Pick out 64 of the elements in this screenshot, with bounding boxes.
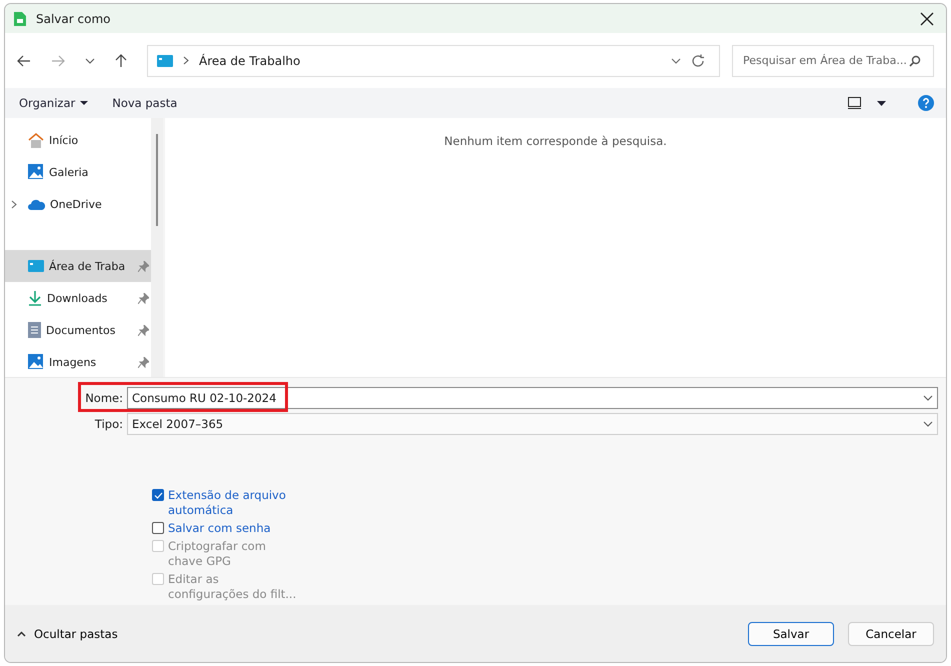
up-arrow-icon[interactable] <box>115 54 127 68</box>
picture-icon <box>28 354 44 370</box>
picture-icon <box>28 164 44 180</box>
search-icon <box>909 54 921 66</box>
sidebar-item[interactable]: Galeria <box>5 156 151 188</box>
sidebar-item[interactable]: OneDrive <box>5 188 151 220</box>
chevron-down-icon[interactable] <box>923 421 933 427</box>
caret-icon <box>80 101 88 105</box>
home-icon <box>28 132 44 148</box>
chevron-right-icon[interactable] <box>11 200 17 208</box>
desktop-icon <box>157 54 173 66</box>
cancel-button[interactable]: Cancelar <box>848 622 934 646</box>
field-value: Excel 2007–365 <box>132 417 224 431</box>
field-value: Consumo RU 02-10-2024 <box>132 391 278 405</box>
search-input[interactable]: Pesquisar em Área de Traba... <box>741 53 909 68</box>
chevron-down-icon[interactable] <box>671 58 681 64</box>
window-title: Salvar como <box>36 12 110 26</box>
close-icon[interactable] <box>920 12 934 26</box>
field-label: Tipo: <box>94 417 123 431</box>
sidebar-item[interactable]: Início <box>5 124 151 156</box>
checkbox-label[interactable]: Salvar com senha <box>168 521 271 536</box>
pin-icon <box>138 292 149 304</box>
sidebar-item[interactable]: Downloads <box>5 282 151 314</box>
search-field[interactable]: Pesquisar em Área de Traba... <box>732 44 934 76</box>
address-bar[interactable]: Área de Trabalho <box>147 44 720 76</box>
sidebar-label: Downloads <box>47 292 108 304</box>
file-type-dropdown[interactable]: Excel 2007–365 <box>127 413 938 435</box>
view-icon[interactable] <box>848 97 861 109</box>
desktop-icon <box>28 260 44 272</box>
address-text: Área de Trabalho <box>199 54 300 68</box>
organize-menu[interactable]: Organizar <box>15 94 92 112</box>
sidebar-label: Galeria <box>49 166 88 178</box>
file-name-field[interactable]: Consumo RU 02-10-2024 <box>127 387 938 409</box>
pin-icon <box>138 260 149 272</box>
sidebar-label: Início <box>49 134 78 146</box>
sidebar-label: Área de Traba <box>49 260 126 272</box>
pin-icon <box>138 324 149 336</box>
cloud-icon <box>28 198 45 210</box>
sidebar-item[interactable]: Imagens <box>5 346 151 378</box>
refresh-icon[interactable] <box>691 54 705 68</box>
checkbox[interactable] <box>152 489 164 501</box>
checkbox-label[interactable]: Extensão de arquivo automática <box>168 488 302 518</box>
spreadsheet-icon <box>12 10 28 26</box>
document-icon <box>28 322 41 338</box>
sidebar-label: Documentos <box>46 324 116 336</box>
hide-folders-button[interactable]: Ocultar pastas <box>15 624 120 642</box>
chevron-right-icon <box>183 56 189 65</box>
help-icon[interactable] <box>918 95 934 111</box>
checkbox[interactable] <box>152 522 164 534</box>
caret-icon[interactable] <box>877 100 886 106</box>
download-icon <box>28 290 42 306</box>
chevron-down-icon[interactable] <box>923 395 933 401</box>
new-folder-button[interactable]: Nova pasta <box>108 94 182 112</box>
back-arrow-icon[interactable] <box>17 54 31 66</box>
save-button[interactable]: Salvar <box>748 622 834 646</box>
sidebar-item[interactable]: Área de Traba <box>5 250 151 282</box>
empty-message: Nenhum item corresponde à pesquisa. <box>444 134 667 150</box>
field-label: Nome: <box>84 391 123 405</box>
sidebar-label: Imagens <box>49 356 96 368</box>
chevron-up-icon <box>17 630 26 636</box>
chevron-down-icon[interactable] <box>85 58 95 64</box>
sidebar-item[interactable]: Documentos <box>5 314 151 346</box>
sidebar-label: OneDrive <box>50 198 102 210</box>
pin-icon <box>138 356 149 368</box>
